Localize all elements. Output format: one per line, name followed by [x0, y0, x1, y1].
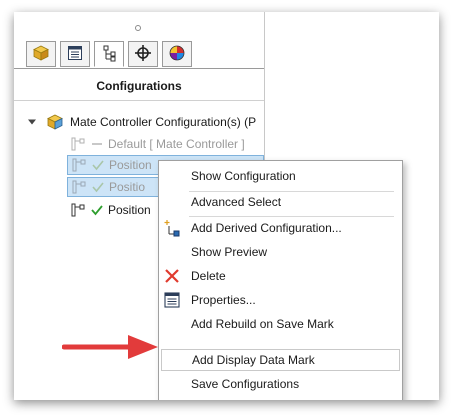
check-mark-icon — [91, 158, 105, 172]
screenshot-frame: Configurations Mate Controller Configura… — [14, 12, 439, 400]
menu-item-add-derived-configuration[interactable]: Add Derived Configuration... — [159, 217, 402, 239]
menu-item-label: Save Configurations — [191, 377, 300, 391]
display-manager-pie-icon — [168, 44, 186, 65]
tree-config-label: Default [ Mate Controller ] — [108, 137, 245, 151]
title-divider — [14, 100, 264, 101]
tree-config-label: Position — [109, 158, 152, 172]
assembly-cube-icon — [46, 113, 64, 131]
configuration-node-icon — [70, 136, 86, 152]
red-pointer-arrow-icon — [62, 335, 158, 359]
menu-item-label: Advanced Select — [191, 195, 282, 209]
menu-item-add-rebuild-on-save-mark[interactable]: Add Rebuild on Save Mark — [159, 313, 402, 335]
dash-mark-icon — [90, 137, 104, 151]
configuration-manager-icon — [100, 44, 118, 65]
menu-item-show-configuration[interactable]: Show Configuration — [159, 165, 402, 187]
check-mark-icon — [91, 180, 105, 194]
collapse-arrow-icon[interactable] — [28, 118, 36, 126]
delete-x-icon — [163, 267, 181, 285]
configuration-node-icon — [71, 179, 87, 195]
part-cube-icon — [32, 44, 50, 65]
menu-item-label: Properties... — [191, 293, 256, 307]
menu-item-label: Add Derived Configuration... — [191, 221, 342, 235]
menu-item-label: Add Rebuild on Save Mark — [191, 317, 334, 331]
tree-config-label: Position — [108, 203, 151, 217]
tree-root-item[interactable]: Mate Controller Configuration(s) (P — [28, 112, 256, 132]
tree-config-label: Positio — [109, 180, 146, 194]
derived-config-icon — [163, 219, 181, 237]
menu-item-label: Show Configuration — [191, 169, 296, 183]
pane-title: Configurations — [96, 79, 182, 93]
tab-display-manager[interactable] — [162, 41, 192, 67]
tree-config-item[interactable]: Default [ Mate Controller ] — [70, 134, 245, 154]
menu-item-label: Show Preview — [191, 245, 268, 259]
menu-item-properties[interactable]: Properties... — [159, 289, 402, 311]
menu-item-label: Add Display Data Mark — [192, 353, 315, 367]
tree-config-item[interactable]: Position — [70, 200, 151, 220]
property-manager-icon — [66, 44, 84, 65]
menu-item-add-display-data-mark[interactable]: Add Display Data Mark — [161, 349, 400, 371]
configuration-node-icon — [70, 202, 86, 218]
tab-feature-manager[interactable] — [26, 41, 56, 67]
menu-item-show-preview[interactable]: Show Preview — [159, 241, 402, 263]
tab-property-manager[interactable] — [60, 41, 90, 67]
check-mark-icon — [90, 203, 104, 217]
dimxpert-crosshair-icon — [134, 44, 152, 65]
tab-bar-divider — [14, 68, 264, 69]
tab-configuration-manager[interactable] — [94, 41, 124, 67]
context-menu: Show Configuration Advanced Select Add D… — [158, 160, 403, 400]
tab-dimxpert-manager[interactable] — [128, 41, 158, 67]
properties-icon — [163, 291, 181, 309]
menu-item-advanced-select[interactable]: Advanced Select — [159, 191, 402, 213]
pane-splitter-grip[interactable] — [135, 25, 141, 31]
menu-item-delete[interactable]: Delete — [159, 265, 402, 287]
tree-root-label: Mate Controller Configuration(s) (P — [70, 115, 257, 129]
configuration-node-icon — [71, 157, 87, 173]
menu-item-save-configurations[interactable]: Save Configurations — [159, 373, 402, 395]
menu-item-label: Delete — [191, 269, 226, 283]
